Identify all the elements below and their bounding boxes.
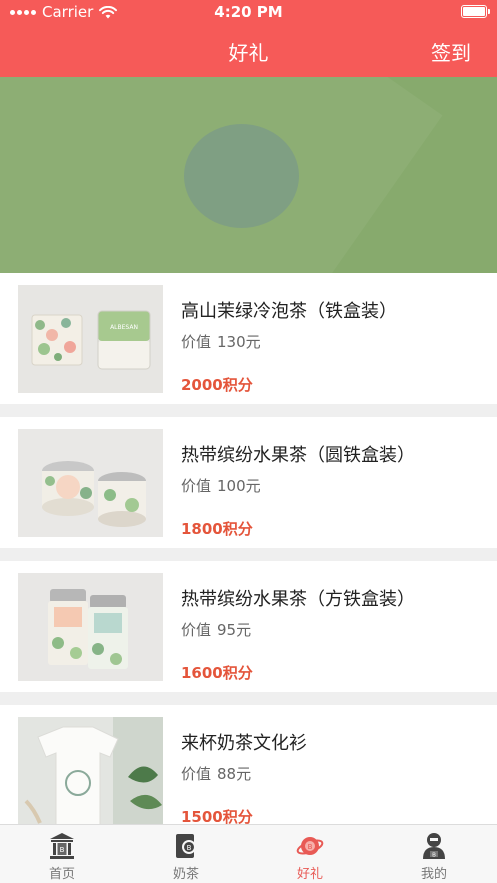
gift-value-prefix: 价值 xyxy=(181,477,212,495)
gift-value: 价值 95元 xyxy=(181,619,251,640)
checkin-button[interactable]: 签到 xyxy=(431,37,471,66)
svg-text:B: B xyxy=(308,843,313,851)
gift-name: 热带缤纷水果茶（方铁盒装） xyxy=(181,589,415,610)
gift-value: 价值 100元 xyxy=(181,475,261,496)
page-title: 好礼 xyxy=(228,41,269,65)
gift-name: 高山茉绿冷泡茶（铁盒装） xyxy=(181,301,397,322)
gift-value: 价值 88元 xyxy=(181,763,251,784)
bank-icon: B xyxy=(50,833,74,859)
tab-milktea[interactable]: B 奶茶 xyxy=(124,825,248,883)
svg-text:ALBESAN: ALBESAN xyxy=(110,324,138,331)
tab-label: 首页 xyxy=(48,867,75,882)
gift-value-amount: 100元 xyxy=(217,477,261,495)
top-bar: Carrier 4:20 PM 好礼 签到 xyxy=(0,0,497,77)
tab-gifts[interactable]: B 好礼 xyxy=(248,825,372,883)
gift-value-amount: 130元 xyxy=(217,333,261,351)
gift-image xyxy=(18,573,163,681)
gift-points: 2000积分 xyxy=(181,376,253,394)
gift-points: 1600积分 xyxy=(181,664,253,682)
tab-profile[interactable]: B 我的 xyxy=(372,825,496,883)
tab-label: 好礼 xyxy=(296,867,323,882)
gift-points: 1800积分 xyxy=(181,520,253,538)
gift-image xyxy=(18,429,163,537)
svg-text:B: B xyxy=(60,846,65,854)
gift-value-amount: 95元 xyxy=(217,621,252,639)
user-icon: B xyxy=(423,833,445,859)
gift-name: 来杯奶茶文化衫 xyxy=(181,733,307,754)
gift-planet-icon: B xyxy=(296,837,324,855)
tab-home[interactable]: B 首页 xyxy=(0,825,124,883)
svg-text:B: B xyxy=(187,844,192,852)
status-time: 4:20 PM xyxy=(214,3,283,21)
tab-bar: B 首页 B 奶茶 B 好礼 B 我的 xyxy=(0,824,497,883)
tab-label: 奶茶 xyxy=(172,867,199,882)
status-bar: Carrier 4:20 PM xyxy=(0,0,497,24)
gift-image xyxy=(18,717,163,825)
gift-value-amount: 88元 xyxy=(217,765,252,783)
gift-item[interactable]: ALBESAN 高山茉绿冷泡茶（铁盒装） 价值 130元 2000积分 xyxy=(0,273,497,404)
gift-value-prefix: 价值 xyxy=(181,333,212,351)
gift-item[interactable]: 热带缤纷水果茶（圆铁盒装） 价值 100元 1800积分 xyxy=(0,417,497,548)
gift-name: 热带缤纷水果茶（圆铁盒装） xyxy=(181,445,415,466)
gift-item[interactable]: 热带缤纷水果茶（方铁盒装） 价值 95元 1600积分 xyxy=(0,561,497,692)
svg-text:B: B xyxy=(432,853,436,859)
banner[interactable] xyxy=(0,77,497,273)
gift-value: 价值 130元 xyxy=(181,331,261,352)
wallet-icon: B xyxy=(176,834,196,858)
gift-image: ALBESAN xyxy=(18,285,163,393)
battery-icon xyxy=(461,5,490,18)
banner-placeholder-circle xyxy=(184,124,299,228)
tab-label: 我的 xyxy=(420,867,447,882)
gift-value-prefix: 价值 xyxy=(181,621,212,639)
gift-item[interactable]: 来杯奶茶文化衫 价值 88元 1500积分 xyxy=(0,705,497,836)
gift-value-prefix: 价值 xyxy=(181,765,212,783)
